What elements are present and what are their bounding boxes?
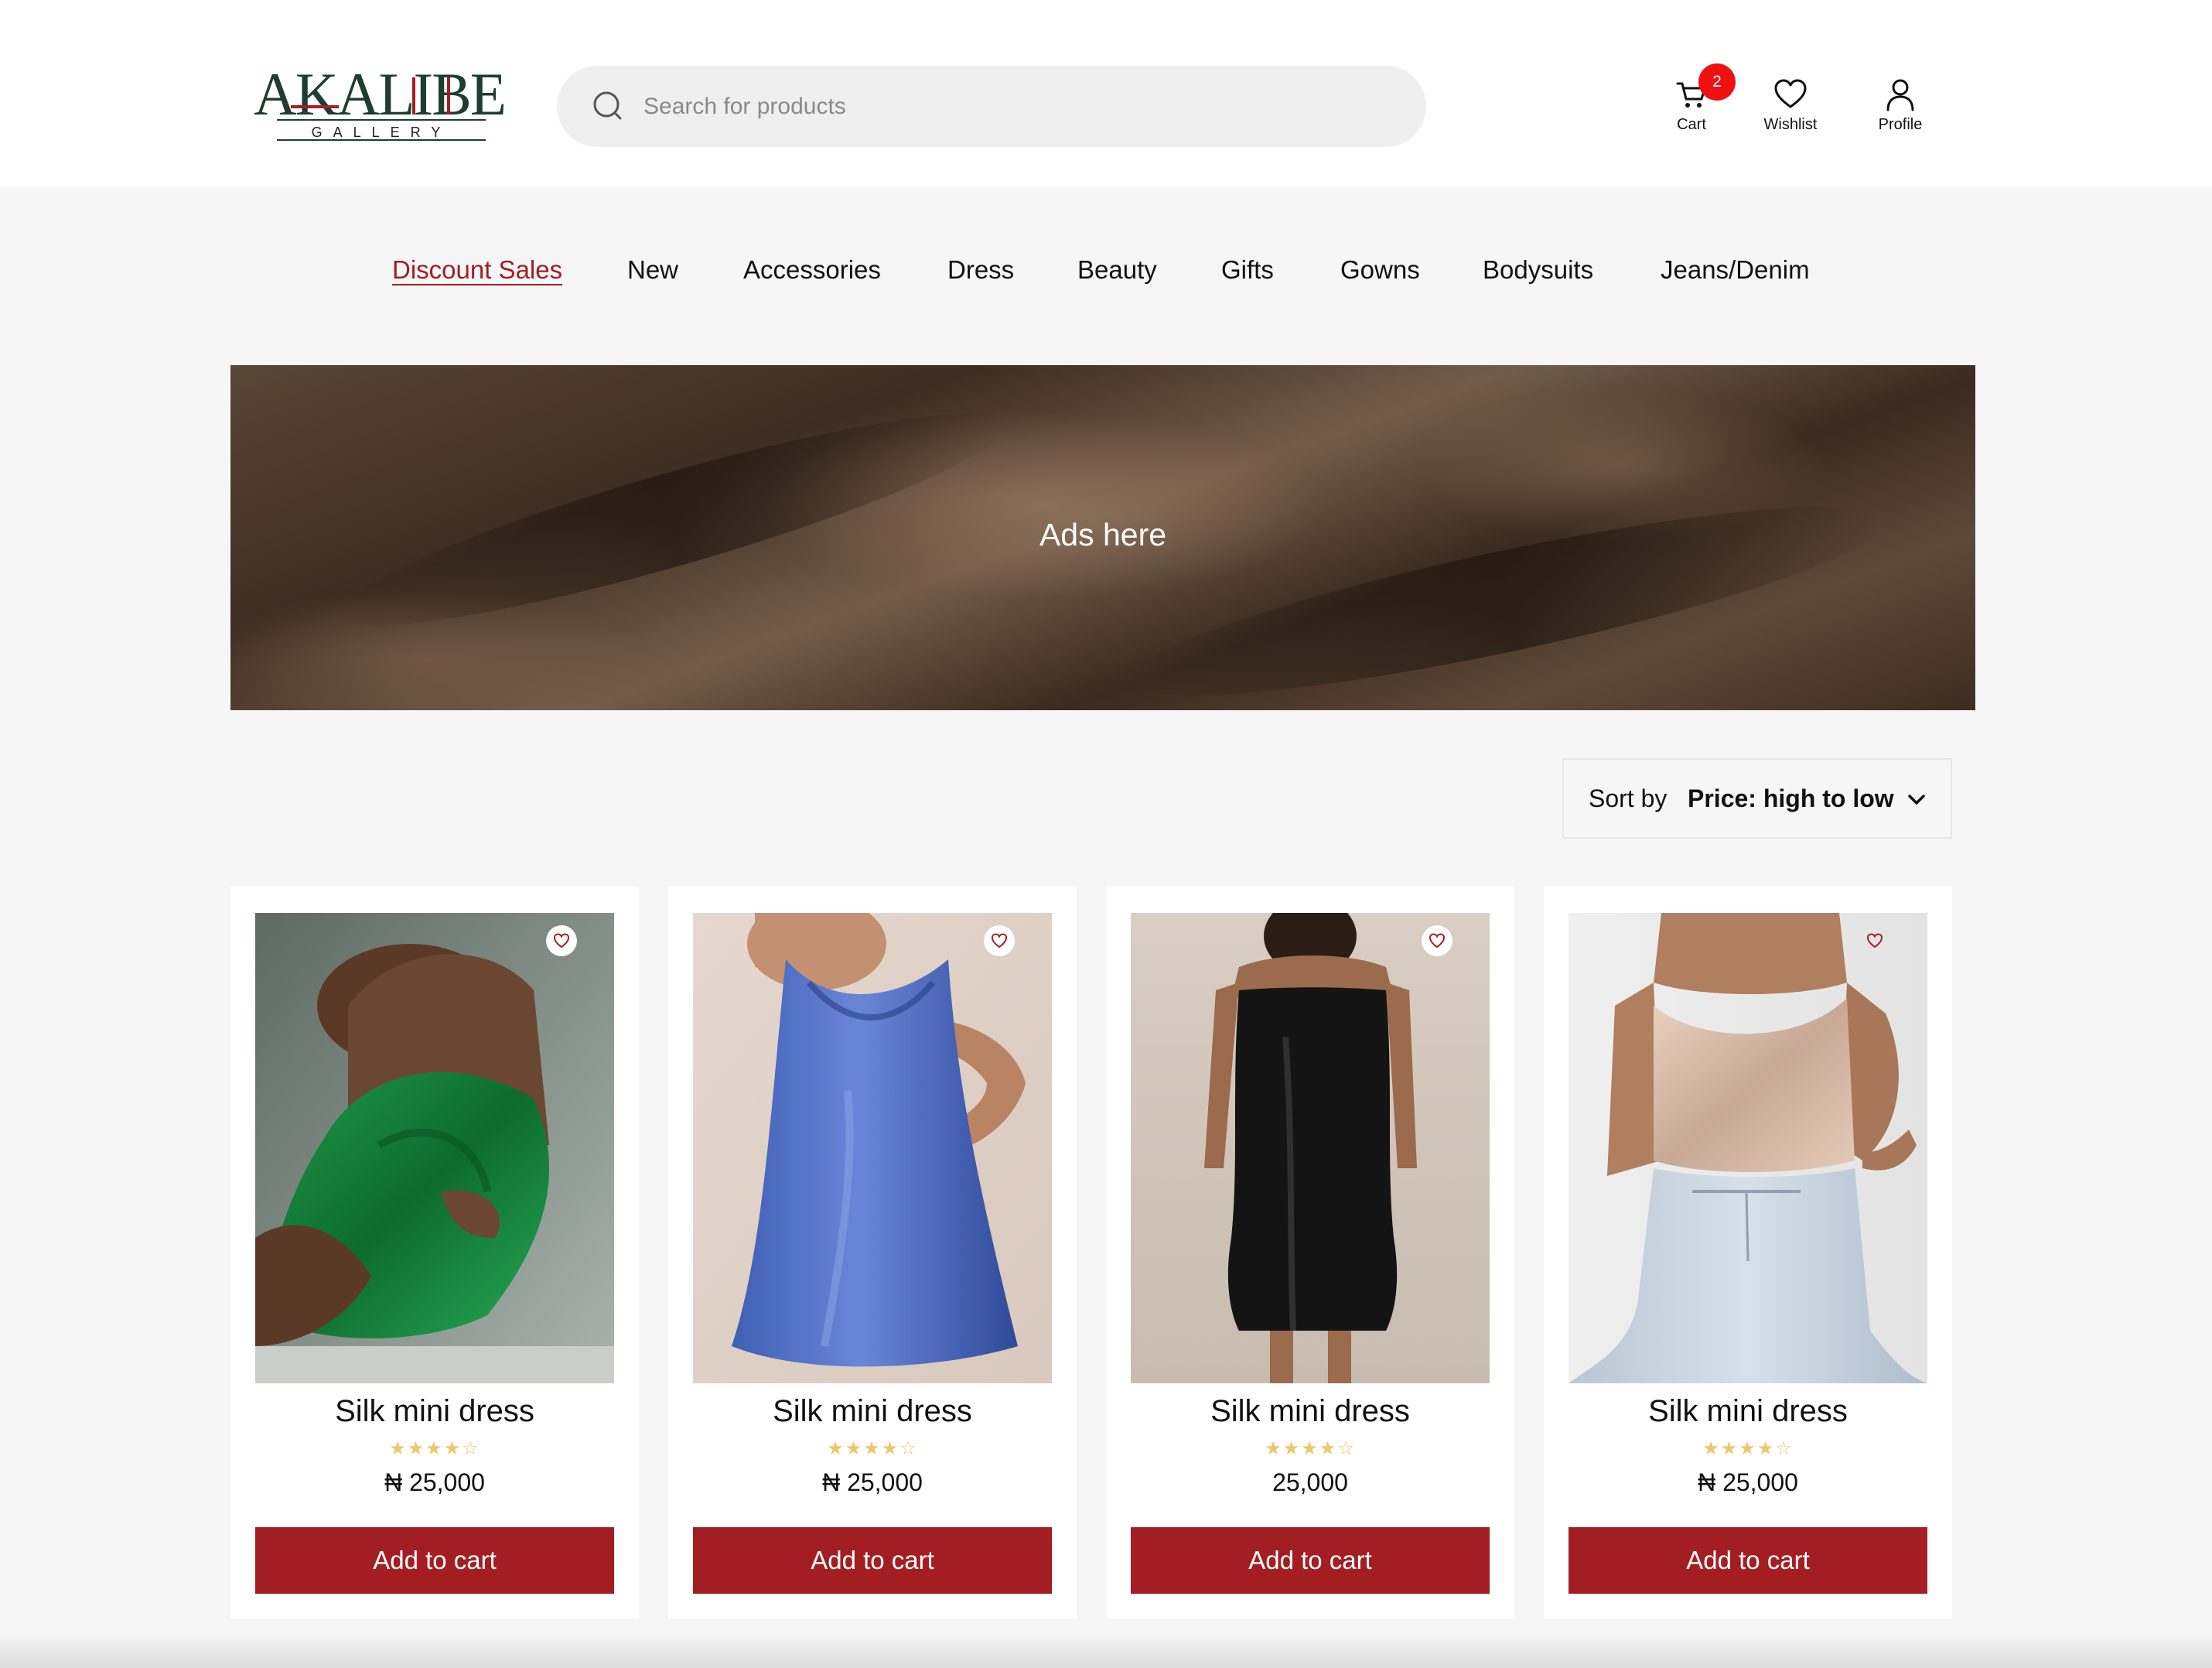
wishlist-toggle[interactable] <box>546 925 577 956</box>
profile-button[interactable]: Profile <box>1850 76 1951 139</box>
sort-label: Sort by <box>1589 784 1668 812</box>
heart-icon <box>553 933 570 949</box>
brand-logo-sub: GALLERY <box>312 125 452 140</box>
nav-item-new[interactable]: New <box>627 255 678 285</box>
product-image[interactable] <box>255 913 614 1383</box>
heart-icon <box>1429 933 1446 949</box>
wishlist-toggle[interactable] <box>1422 925 1452 956</box>
nav-item-bodysuits[interactable]: Bodysuits <box>1483 255 1593 285</box>
product-card[interactable]: Silk mini dress ★★★★☆ ₦ 25,000 Add to ca… <box>1544 887 1952 1618</box>
product-image[interactable] <box>693 913 1052 1383</box>
add-to-cart-button[interactable]: Add to cart <box>255 1527 614 1594</box>
add-to-cart-button[interactable]: Add to cart <box>1569 1527 1927 1594</box>
banner-text: Ads here <box>1039 517 1167 552</box>
cart-count-badge: 2 <box>1698 63 1736 101</box>
product-title[interactable]: Silk mini dress <box>1106 1394 1514 1429</box>
nav-item-gifts[interactable]: Gifts <box>1221 255 1274 285</box>
brand-logo[interactable]: AKALIBE K GALLERY <box>254 67 509 144</box>
add-to-cart-button[interactable]: Add to cart <box>1131 1527 1490 1594</box>
green-silk-dress-photo <box>255 913 614 1383</box>
chevron-down-icon <box>1908 795 1925 805</box>
blue-silk-dress-photo <box>693 913 1052 1383</box>
profile-label: Profile <box>1878 116 1923 133</box>
product-card[interactable]: Silk mini dress ★★★★☆ ₦ 25,000 Add to ca… <box>230 887 639 1618</box>
search-input[interactable] <box>643 66 1386 147</box>
wishlist-toggle[interactable] <box>1859 925 1890 956</box>
product-card[interactable]: Silk mini dress ★★★★☆ 25,000 Add to cart <box>1106 887 1514 1618</box>
product-title[interactable]: Silk mini dress <box>1544 1394 1952 1429</box>
heart-icon <box>991 933 1008 949</box>
rating-stars: ★★★★☆ <box>1265 1438 1356 1459</box>
heart-icon <box>1866 933 1883 949</box>
sort-dropdown[interactable]: Sort by Price: high to low <box>1562 758 1952 839</box>
nav-item-accessories[interactable]: Accessories <box>743 255 881 285</box>
search-icon <box>593 91 622 120</box>
site-header: AKALIBE K GALLERY Cart 2 Wishlist <box>0 0 2212 187</box>
wishlist-button[interactable]: Wishlist <box>1740 76 1841 139</box>
brand-logo-graphic: AKALIBE K GALLERY <box>254 67 507 141</box>
product-card[interactable]: Silk mini dress ★★★★☆ ₦ 25,000 Add to ca… <box>668 887 1077 1618</box>
product-price: ₦ 25,000 <box>822 1468 923 1496</box>
product-image[interactable] <box>1569 913 1927 1383</box>
page-bottom-edge <box>0 1632 2212 1668</box>
product-title[interactable]: Silk mini dress <box>230 1394 639 1429</box>
black-silk-dress-photo <box>1131 913 1490 1383</box>
ad-banner[interactable]: Ads here <box>230 365 1975 710</box>
svg-text:AKALIBE: AKALIBE <box>254 67 505 128</box>
product-title[interactable]: Silk mini dress <box>668 1394 1077 1429</box>
product-price: 25,000 <box>1272 1468 1348 1496</box>
user-icon <box>1886 79 1914 111</box>
add-to-cart-button[interactable]: Add to cart <box>693 1527 1052 1594</box>
search-bar[interactable] <box>557 66 1426 147</box>
product-price: ₦ 25,000 <box>384 1468 485 1496</box>
banner-texture <box>1118 471 1896 710</box>
rating-stars: ★★★★☆ <box>1702 1438 1794 1459</box>
wishlist-label: Wishlist <box>1763 116 1818 133</box>
nav-item-jeans-denim[interactable]: Jeans/Denim <box>1661 255 1810 285</box>
nav-item-discount-sales[interactable]: Discount Sales <box>392 255 562 285</box>
champagne-silk-top-jeans-photo <box>1569 913 1927 1383</box>
rating-stars: ★★★★☆ <box>389 1438 480 1459</box>
nav-item-gowns[interactable]: Gowns <box>1340 255 1420 285</box>
category-nav: Discount Sales New Accessories Dress Bea… <box>0 255 2212 299</box>
product-image[interactable] <box>1131 913 1490 1383</box>
cart-label: Cart <box>1677 116 1706 133</box>
heart-icon <box>1774 79 1807 108</box>
sort-value: Price: high to low <box>1688 784 1894 812</box>
wishlist-toggle[interactable] <box>984 925 1015 956</box>
nav-item-dress[interactable]: Dress <box>947 255 1014 285</box>
nav-item-beauty[interactable]: Beauty <box>1077 255 1157 285</box>
product-price: ₦ 25,000 <box>1698 1468 1798 1496</box>
rating-stars: ★★★★☆ <box>827 1438 918 1459</box>
